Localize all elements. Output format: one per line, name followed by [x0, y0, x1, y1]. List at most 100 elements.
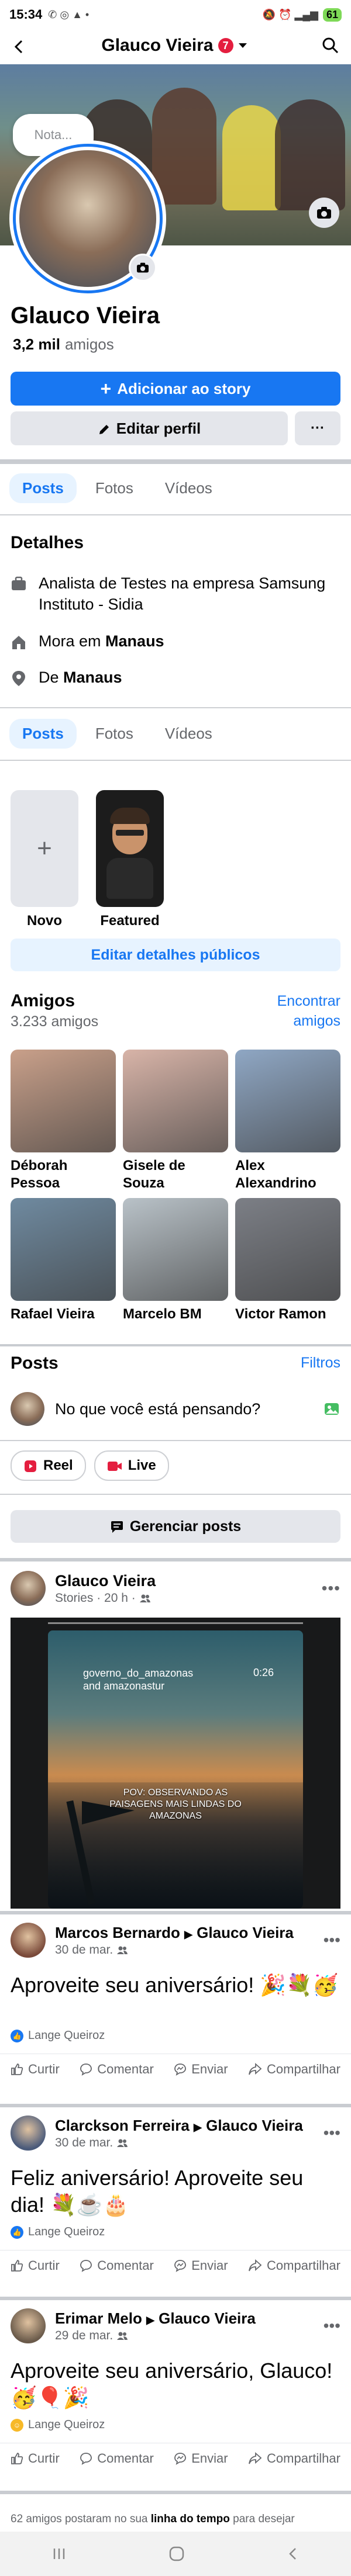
recent-apps-icon[interactable]: [50, 2546, 68, 2561]
notification-badge: 7: [218, 38, 233, 53]
friend-card[interactable]: Marcelo BM: [123, 1198, 228, 1341]
photo-icon[interactable]: [323, 1400, 340, 1418]
featured-card[interactable]: [96, 790, 164, 907]
post-more-icon[interactable]: •••: [324, 2124, 340, 2142]
story-post-header: Glauco Vieira Stories · 20 h · •••: [11, 1571, 340, 1606]
story-post-author[interactable]: Glauco Vieira: [55, 1572, 312, 1590]
tab-posts-mid[interactable]: Posts: [9, 719, 77, 749]
composer-input[interactable]: No que você está pensando?: [55, 1400, 312, 1418]
find-friends-link[interactable]: Encontrar amigos: [267, 991, 340, 1031]
share-button[interactable]: Compartilhar: [248, 2062, 340, 2077]
post-more-icon[interactable]: •••: [322, 1579, 340, 1598]
friends-count-word: amigos: [64, 335, 114, 353]
note-placeholder: Nota...: [34, 127, 73, 142]
live-button[interactable]: Live: [94, 1450, 169, 1481]
friends-count[interactable]: 3,2 mil amigos: [13, 335, 114, 354]
friends-count-label: 3.233 amigos: [11, 1013, 99, 1030]
avatar[interactable]: [11, 2115, 46, 2151]
filters-link[interactable]: Filtros: [275, 1355, 340, 1372]
from-city[interactable]: Manaus: [63, 669, 122, 686]
friend-card[interactable]: Alex Alexandrino: [235, 1050, 340, 1192]
profile-name: Glauco Vieira: [11, 303, 160, 328]
comment-button[interactable]: Comentar: [80, 2451, 154, 2466]
send-button[interactable]: Enviar: [174, 2062, 228, 2077]
new-featured-card[interactable]: +: [11, 790, 78, 907]
friend-card[interactable]: Gisele de Souza: [123, 1050, 228, 1192]
post-date[interactable]: 29 de mar.: [55, 2329, 113, 2343]
post-target[interactable]: Glauco Vieira: [206, 2117, 303, 2134]
like-button[interactable]: Curtir: [11, 2062, 60, 2077]
details-title: Detalhes: [11, 533, 84, 552]
battery-icon: 61: [322, 8, 342, 22]
reactor-name[interactable]: Lange Queiroz: [28, 2225, 105, 2239]
pencil-icon: [98, 420, 111, 438]
comment-button[interactable]: Comentar: [80, 2258, 154, 2273]
post-date[interactable]: 30 de mar.: [55, 1943, 113, 1957]
friend-card[interactable]: Victor Ramon: [235, 1198, 340, 1341]
post-author[interactable]: Clarckson Ferreira: [55, 2117, 190, 2134]
lives-city[interactable]: Manaus: [105, 632, 164, 650]
status-bar: 15:34 ✆ ◎ ▲ • 🔕 ⏰ ▂▄▆ 61: [0, 0, 351, 29]
post-target[interactable]: Glauco Vieira: [197, 1924, 294, 1941]
plus-icon: +: [100, 378, 112, 399]
manage-posts-button[interactable]: Gerenciar posts: [11, 1510, 340, 1543]
search-icon[interactable]: [322, 37, 339, 54]
avatar[interactable]: [11, 2308, 46, 2343]
tab-videos-mid[interactable]: Vídeos: [152, 719, 225, 749]
avatar-camera-icon[interactable]: [129, 254, 157, 282]
post-more-icon[interactable]: •••: [324, 2317, 340, 2335]
friends-audience-icon: [139, 1591, 151, 1605]
tab-photos[interactable]: Fotos: [82, 473, 146, 503]
like-reaction-icon: ☺: [11, 2418, 23, 2432]
back-nav-icon[interactable]: [285, 2546, 301, 2561]
post-text: Feliz aniversário! Aproveite seu dia! 💐☕…: [11, 2166, 304, 2217]
edit-profile-button[interactable]: Editar perfil: [11, 411, 288, 445]
comment-button[interactable]: Comentar: [80, 2062, 154, 2077]
back-icon[interactable]: [12, 33, 27, 58]
profile-switcher[interactable]: Glauco Vieira 7: [27, 36, 322, 56]
post-more-icon[interactable]: •••: [324, 1931, 340, 1950]
tab-photos-mid[interactable]: Fotos: [82, 719, 146, 749]
friend-card[interactable]: Rafael Vieira: [11, 1198, 116, 1341]
post-author[interactable]: Marcos Bernardo: [55, 1924, 180, 1941]
friend-card[interactable]: Déborah Pessoa: [11, 1050, 116, 1192]
reactor-name[interactable]: Lange Queiroz: [28, 2029, 105, 2042]
reel-button[interactable]: Reel: [11, 1450, 86, 1481]
avatar[interactable]: [11, 1923, 46, 1958]
reactor-name[interactable]: Lange Queiroz: [28, 2418, 105, 2432]
cover-camera-icon[interactable]: [309, 198, 339, 228]
post-target[interactable]: Glauco Vieira: [159, 2310, 256, 2327]
friend-photo: [235, 1050, 340, 1152]
home-button-icon[interactable]: [168, 2545, 185, 2563]
story-video[interactable]: governo_do_amazonas and amazonastur 0:26…: [48, 1630, 303, 1909]
wall-post: Clarckson Ferreira ▶ Glauco Vieira 30 de …: [0, 2107, 351, 2300]
details-divider: [0, 707, 351, 708]
top-bar: Glauco Vieira 7: [0, 29, 351, 62]
friend-photo: [11, 1198, 116, 1301]
avatar[interactable]: [11, 1571, 46, 1606]
post-divider: [0, 2491, 351, 2494]
post-author[interactable]: Erimar Melo: [55, 2310, 142, 2327]
friend-name: Rafael Vieira: [11, 1306, 95, 1322]
add-story-button[interactable]: + Adicionar ao story: [11, 372, 340, 406]
like-button[interactable]: Curtir: [11, 2451, 60, 2466]
friend-photo: [123, 1050, 228, 1152]
story-caption: POV: OBSERVANDO AS PAISAGENS MAIS LINDAS…: [109, 1788, 242, 1821]
tab-posts[interactable]: Posts: [9, 473, 77, 503]
composer: No que você está pensando?: [11, 1389, 340, 1429]
send-button[interactable]: Enviar: [174, 2258, 228, 2273]
more-options-button[interactable]: ···: [295, 411, 340, 445]
share-button[interactable]: Compartilhar: [248, 2258, 340, 2273]
story-preview[interactable]: governo_do_amazonas and amazonastur 0:26…: [11, 1618, 340, 1909]
like-reaction-icon: 👍: [11, 2225, 23, 2239]
share-button[interactable]: Compartilhar: [248, 2451, 340, 2466]
edit-public-details-button[interactable]: Editar detalhes públicos: [11, 939, 340, 971]
detail-from: De Manaus: [11, 669, 122, 687]
like-button[interactable]: Curtir: [11, 2258, 60, 2273]
post-actions: Curtir Comentar Enviar Compartilhar: [11, 2062, 340, 2077]
send-button[interactable]: Enviar: [174, 2451, 228, 2466]
post-date[interactable]: 30 de mar.: [55, 2136, 113, 2150]
manage-icon: [110, 1518, 124, 1535]
arrow-right-icon: ▶: [146, 2314, 154, 2326]
tab-videos[interactable]: Vídeos: [152, 473, 225, 503]
